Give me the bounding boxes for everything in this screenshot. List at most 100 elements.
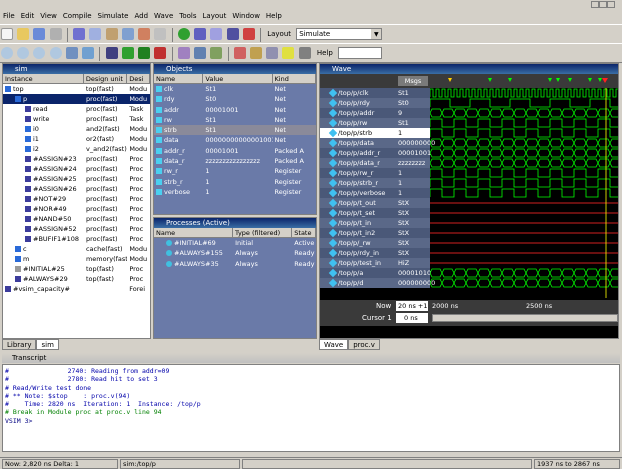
sim-tree-row[interactable]: #INITIAL#25 top(fast) Proc — [3, 264, 150, 274]
tab-wave[interactable]: Wave — [319, 339, 349, 350]
cut-icon[interactable] — [73, 28, 86, 40]
new-file-icon[interactable] — [1, 28, 13, 40]
sim-tree-row[interactable]: #ASSIGN#23 proc(fast) Proc — [3, 154, 150, 164]
menu-simulate[interactable]: Simulate — [95, 10, 132, 22]
sim-tree-row[interactable]: read proc(fast) Task — [3, 104, 150, 114]
compile-icon[interactable] — [177, 28, 190, 40]
zoom-in-icon[interactable] — [1, 47, 13, 59]
sim-tree-row[interactable]: #NOR#49 proc(fast) Proc — [3, 204, 150, 214]
col-process-type[interactable]: Type (filtered) — [233, 228, 293, 237]
sim-tree-row[interactable]: i0 and2(fast) Modu — [3, 124, 150, 134]
step-over-icon[interactable] — [194, 47, 207, 59]
sim-tree-row[interactable]: #ASSIGN#25 proc(fast) Proc — [3, 174, 150, 184]
chevron-down-icon[interactable]: ▼ — [371, 29, 382, 39]
object-row[interactable]: rw St1 Net — [154, 115, 316, 125]
options-icon[interactable] — [298, 47, 311, 59]
wave-signal-row[interactable]: /top/p/t_in2 StX — [320, 228, 430, 238]
save-icon[interactable] — [33, 28, 46, 40]
wave-signal-row[interactable]: /top/p/data_r zzzzzzzz — [320, 158, 430, 168]
wave-signal-row[interactable]: /top/p/verbose 1 — [320, 188, 430, 198]
wave-signal-row[interactable]: /top/p/addr 9 — [320, 108, 430, 118]
sim-tree-row[interactable]: write proc(fast) Task — [3, 114, 150, 124]
tab-library[interactable]: Library — [2, 339, 37, 350]
window-controls[interactable] — [591, 1, 619, 9]
object-row[interactable]: addr_r 00001001 Packed A — [154, 146, 316, 156]
run-continue-icon[interactable] — [121, 47, 134, 59]
wave-signal-row[interactable]: /top/p/t_out StX — [320, 198, 430, 208]
sim-tree-row[interactable]: #ASSIGN#26 proc(fast) Proc — [3, 184, 150, 194]
sim-tree-row[interactable]: #ALWAYS#29 top(fast) Proc — [3, 274, 150, 284]
col-process-name[interactable]: Name — [154, 228, 233, 237]
print-icon[interactable] — [49, 28, 62, 40]
sim-tree-row[interactable]: #ASSIGN#52 proc(fast) Proc — [3, 224, 150, 234]
sim-tree-row[interactable]: #ASSIGN#24 proc(fast) Proc — [3, 164, 150, 174]
process-row[interactable]: #ALWAYS#35 Always Ready — [154, 259, 316, 269]
restart-icon[interactable] — [177, 47, 190, 59]
sim-tree-row[interactable]: #NOT#29 proc(fast) Proc — [3, 194, 150, 204]
menu-view[interactable]: View — [37, 10, 60, 22]
menu-edit[interactable]: Edit — [18, 10, 38, 22]
menu-wave[interactable]: Wave — [151, 10, 176, 22]
stop-icon[interactable] — [154, 47, 167, 59]
find-icon[interactable] — [154, 28, 167, 40]
wave-hscrollbar[interactable] — [432, 314, 618, 322]
wave-signal-row[interactable]: /top/p/t_in StX — [320, 218, 430, 228]
object-row[interactable]: clk St1 Net — [154, 84, 316, 94]
menu-add[interactable]: Add — [131, 10, 151, 22]
zoom-full-icon[interactable] — [33, 47, 46, 59]
wave-signal-row[interactable]: /top/p/test_in HiZ — [320, 258, 430, 268]
wave-signal-row[interactable]: /top/p/a 00001010 — [320, 268, 431, 278]
col-name[interactable]: Name — [154, 74, 204, 83]
step-icon[interactable] — [194, 28, 207, 40]
redo-icon[interactable] — [138, 28, 151, 40]
col-process-state[interactable]: State — [292, 228, 316, 237]
sim-tree-row[interactable]: #vsim_capacity# Forei — [3, 284, 150, 294]
break-icon[interactable] — [242, 28, 255, 40]
menu-tools[interactable]: Tools — [176, 10, 199, 22]
copy-icon[interactable] — [89, 28, 102, 40]
col-kind[interactable]: Kind — [273, 74, 316, 83]
find-signal-icon[interactable] — [249, 47, 262, 59]
process-row[interactable]: #INITIAL#69 Initial Active — [154, 238, 316, 248]
sim-tree-row[interactable]: p proc(fast) Modu — [3, 94, 150, 104]
object-row[interactable]: strb_r 1 Register — [154, 177, 316, 187]
paste-icon[interactable] — [105, 28, 118, 40]
debug-icon[interactable] — [226, 28, 239, 40]
wave-signal-row[interactable]: /top/p/rdy St0 — [320, 98, 430, 108]
wave-cursor-icon[interactable] — [65, 47, 78, 59]
col-design-unit[interactable]: Design unit — [84, 74, 128, 83]
menu-layout[interactable]: Layout — [200, 10, 230, 22]
wave-signal-row[interactable]: /top/p/strb 1 — [320, 128, 430, 138]
run-all-icon[interactable] — [138, 47, 151, 59]
sim-tree-row[interactable]: i2 v_and2(fast) Modu — [3, 144, 150, 154]
object-row[interactable]: rdy St0 Net — [154, 94, 316, 104]
help-search-input[interactable] — [338, 47, 383, 59]
wave-signal-row[interactable]: /top/p/rw St1 — [320, 118, 430, 128]
wave-signal-row[interactable]: /top/p/d 000000000 — [320, 278, 435, 288]
menu-compile[interactable]: Compile — [60, 10, 95, 22]
compare-icon[interactable] — [282, 47, 295, 59]
tab-proc-v[interactable]: proc.v — [348, 339, 380, 350]
waveform-canvas[interactable] — [430, 74, 618, 298]
object-row[interactable]: strb St1 Net — [154, 125, 316, 136]
col-instance[interactable]: Instance — [3, 74, 84, 83]
open-folder-icon[interactable] — [17, 28, 30, 40]
sim-tree-row[interactable]: i1 or2(fast) Modu — [3, 134, 150, 144]
object-row[interactable]: data_r zzzzzzzzzzzzzzzz Packed A — [154, 156, 316, 166]
menu-help[interactable]: Help — [263, 10, 285, 22]
wave-signal-row[interactable]: /top/p/strb_r 1 — [320, 178, 430, 188]
step-into-icon[interactable] — [210, 47, 223, 59]
menu-window[interactable]: Window — [229, 10, 263, 22]
sim-tree-row[interactable]: m memory(fast) Modu — [3, 254, 150, 264]
sim-tree-row[interactable]: #NAND#50 proc(fast) Proc — [3, 214, 150, 224]
run-icon[interactable] — [105, 47, 118, 59]
wave-signal-row[interactable]: /top/p/rdy_in StX — [320, 248, 430, 258]
object-row[interactable]: data 00000000000001001 Net — [154, 135, 316, 145]
zoom-cursor-icon[interactable] — [49, 47, 62, 59]
tab-sim[interactable]: sim — [36, 339, 59, 350]
sim-tree-row[interactable]: #BUFIF1#108 proc(fast) Proc — [3, 234, 150, 244]
wave-signal-row[interactable]: /top/p/t_set StX — [320, 208, 430, 218]
object-row[interactable]: addr 00001001 Net — [154, 105, 316, 115]
wave-signal-row[interactable]: /top/p/clk St1 — [320, 88, 430, 98]
wave-signal-row[interactable]: /top/p/data 000000000 — [320, 138, 435, 148]
